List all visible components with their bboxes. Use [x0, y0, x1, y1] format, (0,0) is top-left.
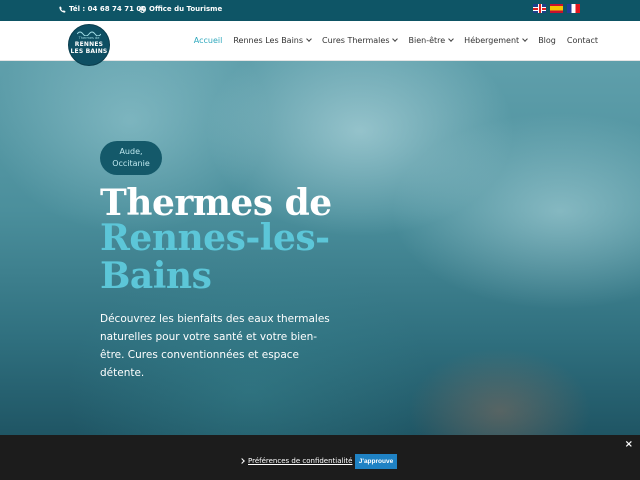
globe-icon [139, 5, 146, 13]
nav-item-accueil[interactable]: Accueil [194, 36, 223, 45]
nav-item-label: Bien-être [408, 36, 446, 45]
chevron-down-icon [448, 36, 455, 42]
cookie-banner: × Préférences de confidentialité J'appro… [0, 435, 640, 480]
close-icon[interactable]: × [625, 439, 633, 450]
chevron-down-icon [392, 36, 399, 42]
accept-cookies-button[interactable]: J'approuve [355, 454, 397, 469]
france-flag-icon[interactable] [567, 4, 580, 13]
phone-icon [59, 5, 66, 13]
tourism-office-link[interactable]: Office du Tourisme [139, 5, 222, 13]
hero-title-accent: Rennes-les-Bains [100, 217, 330, 297]
privacy-preferences-label: Préférences de confidentialité [248, 457, 353, 465]
nav-item-label: Cures Thermales [322, 36, 390, 45]
chevron-right-icon [239, 458, 245, 464]
nav-item-cures-thermales[interactable]: Cures Thermales [322, 36, 399, 45]
nav-item-label: Rennes Les Bains [233, 36, 304, 45]
nav-item-bien-etre[interactable]: Bien-être [408, 36, 455, 45]
chevron-down-icon [306, 36, 312, 42]
badge-line-2: Occitanie [112, 159, 150, 168]
logo-line-3: LES BAINS [70, 48, 108, 55]
logo-line-2: RENNES [74, 41, 104, 48]
phone-number: Tél : 04 68 74 71 00 [69, 5, 147, 13]
site-header: Thermes de RENNES LES BAINS Accueil Renn… [0, 21, 640, 66]
nav-item-hebergement[interactable]: Hébergement [464, 36, 529, 45]
location-badge: Aude, Occitanie [100, 141, 162, 175]
badge-line-1: Aude, [119, 147, 143, 156]
chevron-down-icon [522, 36, 529, 42]
top-bar: Tél : 04 68 74 71 00 Office du Tourisme [0, 0, 640, 21]
nav-item-rennes-les-bains[interactable]: Rennes Les Bains [233, 36, 312, 45]
tourism-office-label: Office du Tourisme [149, 5, 223, 13]
nav-item-label: Accueil [193, 36, 223, 45]
nav-item-label: Blog [538, 36, 556, 45]
nav-item-blog[interactable]: Blog [538, 36, 556, 45]
language-switcher [533, 4, 580, 13]
phone-contact[interactable]: Tél : 04 68 74 71 00 [59, 5, 146, 13]
nav-item-contact[interactable]: Contact [567, 36, 598, 45]
nav-item-label: Contact [566, 36, 598, 45]
spain-flag-icon[interactable] [550, 4, 563, 13]
main-nav: Accueil Rennes Les Bains Cures Thermales… [183, 36, 598, 45]
privacy-preferences-link[interactable]: Préférences de confidentialité [239, 457, 353, 465]
uk-flag-icon[interactable] [533, 4, 546, 13]
hero-section: Aude, Occitanie Thermes de Rennes-les-Ba… [0, 61, 640, 435]
hero-description: Découvrez les bienfaits des eaux thermal… [100, 313, 330, 379]
site-logo[interactable]: Thermes de RENNES LES BAINS [68, 24, 110, 66]
nav-item-label: Hébergement [464, 36, 520, 45]
logo-line-1: Thermes de [78, 36, 100, 40]
